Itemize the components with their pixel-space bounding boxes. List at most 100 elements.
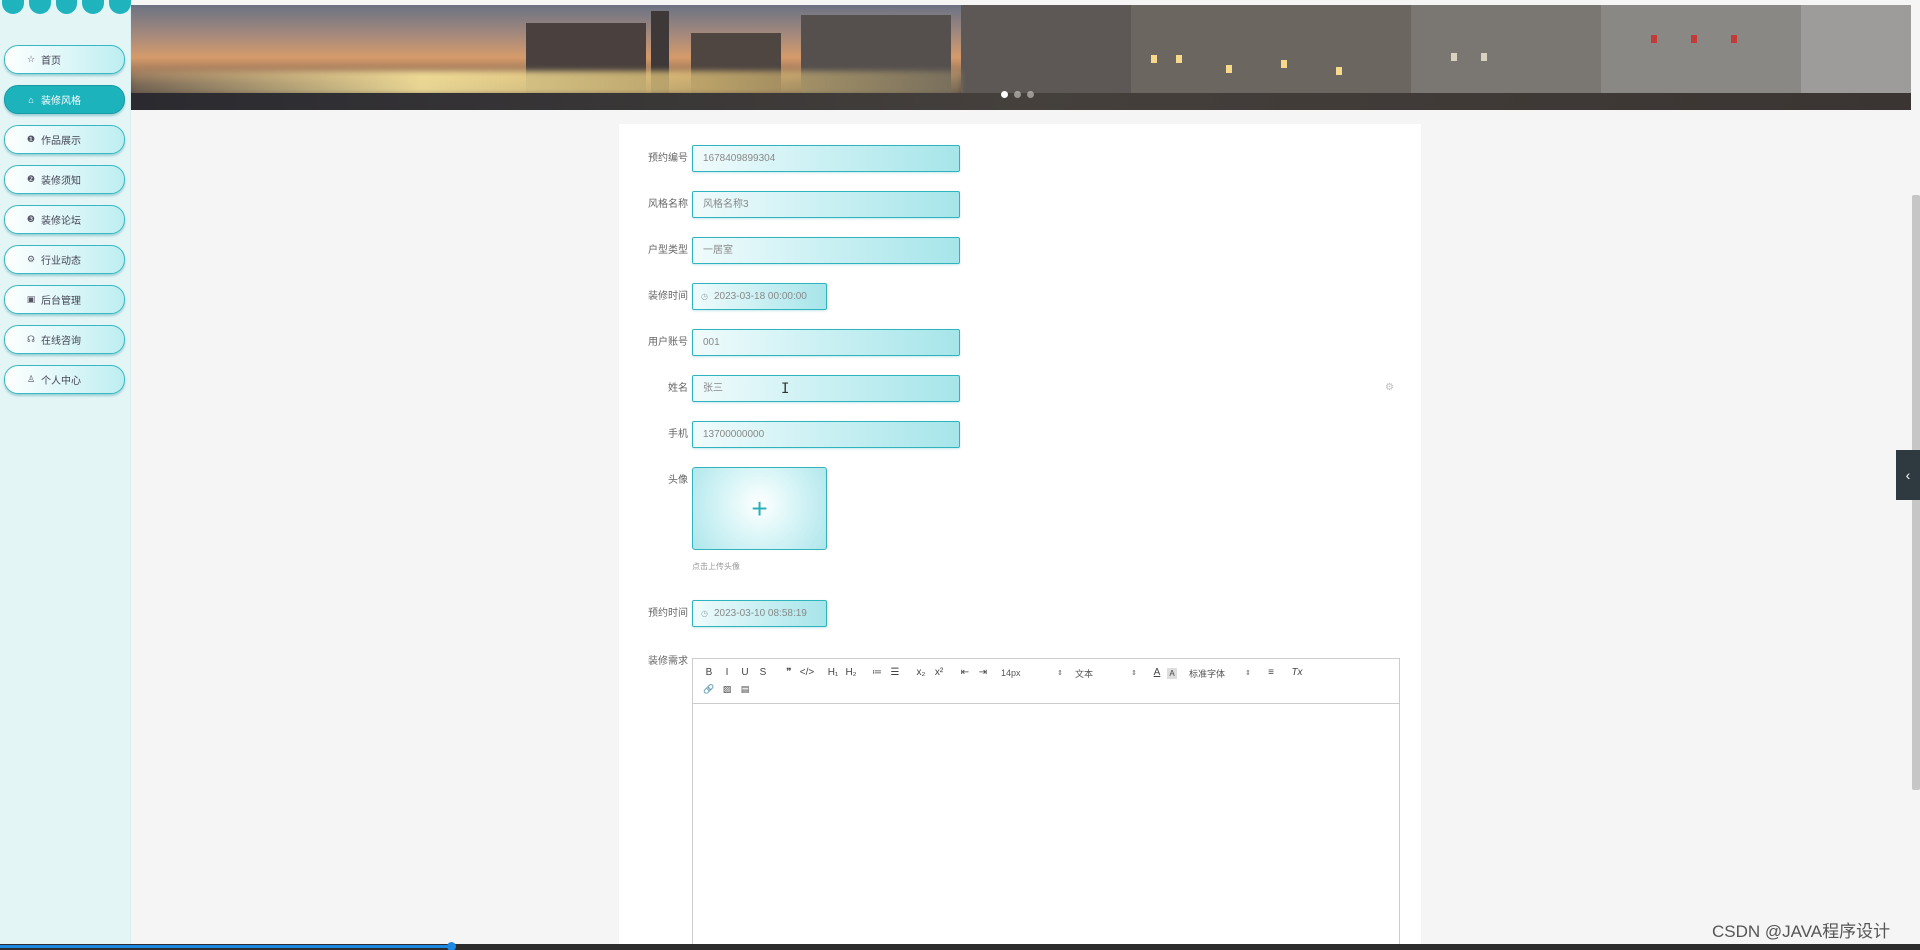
- sidebar-item-label: 个人中心: [41, 376, 81, 387]
- image-icon[interactable]: ▨: [719, 681, 735, 697]
- font-family-select[interactable]: 标准字体 ⇕: [1189, 665, 1251, 681]
- font-size-select-value: 14px: [1001, 668, 1021, 678]
- editor-tool-11[interactable]: x₂: [913, 665, 929, 681]
- forum-icon: ❸: [26, 214, 36, 224]
- label-renovation-time: 装修时间: [648, 291, 688, 302]
- select-arrow-icon: ⇕: [1131, 670, 1137, 677]
- sidebar-item-6[interactable]: ⚙ 行业动态: [4, 245, 125, 274]
- editor-tool-9[interactable]: ≔: [869, 665, 885, 681]
- carousel-dot-3[interactable]: [1027, 91, 1034, 98]
- label-avatar: 头像: [668, 475, 688, 486]
- editor-tool-12[interactable]: x²: [931, 665, 947, 681]
- video-icon[interactable]: ▤: [737, 681, 753, 697]
- editor-tool-10[interactable]: ☰: [887, 665, 903, 681]
- side-collapse-tab[interactable]: ‹: [1896, 450, 1920, 500]
- house-type-field[interactable]: 一居室: [692, 237, 960, 264]
- sidebar-item-5[interactable]: ❸ 装修论坛: [4, 205, 125, 234]
- font-color-button[interactable]: A: [1149, 665, 1165, 681]
- label-house-type: 户型类型: [648, 245, 688, 256]
- user-icon: ♙: [26, 374, 36, 384]
- label-name: 姓名: [668, 383, 688, 394]
- row-style-name: 风格名称 风格名称3: [619, 191, 1421, 219]
- star-icon: ☆: [26, 54, 36, 64]
- sidebar-item-label: 后台管理: [41, 296, 81, 307]
- editor-tool-8[interactable]: H₂: [843, 665, 859, 681]
- label-phone: 手机: [668, 429, 688, 440]
- row-renovation-time: 装修时间 ◷ 2023-03-18 00:00:00: [619, 283, 1421, 311]
- settings-icon: ⚙: [1385, 382, 1394, 393]
- calendar-icon: ◷: [701, 609, 708, 618]
- chevron-left-icon: ‹: [1905, 467, 1911, 483]
- avatar-upload[interactable]: +: [692, 467, 827, 550]
- sidebar-item-3[interactable]: ❶ 作品展示: [4, 125, 125, 154]
- row-phone: 手机 13700000000: [619, 421, 1421, 449]
- link-icon[interactable]: 🔗: [701, 681, 717, 697]
- sidebar-item-4[interactable]: ❷ 装修须知: [4, 165, 125, 194]
- calendar-icon: ◷: [701, 292, 708, 301]
- editor-tool-2[interactable]: I: [719, 665, 735, 681]
- reservation-time-picker[interactable]: ◷ 2023-03-10 08:58:19: [692, 600, 827, 627]
- label-reservation-time: 预约时间: [648, 608, 688, 619]
- editor-tool-3[interactable]: U: [737, 665, 753, 681]
- editor-toolbar-row-1: B I U S ❞ </> H₁ H₂ ≔ ☰ x₂ x² ⇤ ⇥ 14px ⇕ 文本 ⇕ A A 标准字体 ⇕ ≡ Tx: [701, 665, 1391, 681]
- reservation-no-field[interactable]: 1678409899304: [692, 145, 960, 172]
- renovation-time-picker[interactable]: ◷ 2023-03-18 00:00:00: [692, 283, 827, 310]
- editor-tool-6[interactable]: </>: [799, 665, 815, 681]
- name-field[interactable]: 张三: [692, 375, 960, 402]
- select-arrow-icon: ⇕: [1245, 670, 1251, 677]
- carousel-dot-2[interactable]: [1014, 91, 1021, 98]
- renovation-time-value: 2023-03-18 00:00:00: [714, 291, 807, 302]
- label-reservation-no: 预约编号: [648, 153, 688, 164]
- label-requirements: 装修需求: [648, 656, 688, 667]
- row-name: 姓名 张三: [619, 375, 1421, 403]
- editor-tool-7[interactable]: H₁: [825, 665, 841, 681]
- editor-tool-5[interactable]: ❞: [781, 665, 797, 681]
- editor-content-area[interactable]: [693, 704, 1399, 949]
- editor-tool-14[interactable]: ⇥: [975, 665, 991, 681]
- sidebar-item-label: 装修风格: [41, 96, 81, 107]
- banner-carousel[interactable]: [131, 5, 1911, 110]
- editor-tool-1[interactable]: B: [701, 665, 717, 681]
- video-progress-fill: [0, 945, 452, 948]
- user-account-field[interactable]: 001: [692, 329, 960, 356]
- info-icon: ❶: [26, 134, 36, 144]
- editor-tool-13[interactable]: ⇤: [957, 665, 973, 681]
- reservation-time-value: 2023-03-10 08:58:19: [714, 608, 807, 619]
- background-color-button[interactable]: A: [1167, 667, 1177, 679]
- sidebar-item-2[interactable]: ⌂ 装修风格: [4, 85, 125, 114]
- sidebar-item-label: 装修论坛: [41, 216, 81, 227]
- home-icon: ⌂: [28, 94, 34, 105]
- style-name-field[interactable]: 风格名称3: [692, 191, 960, 218]
- carousel-dots[interactable]: [1001, 91, 1034, 98]
- editor-tool-4[interactable]: S: [755, 665, 771, 681]
- label-user-account: 用户账号: [648, 337, 688, 348]
- sidebar-item-label: 在线咨询: [41, 336, 81, 347]
- phone-field[interactable]: 13700000000: [692, 421, 960, 448]
- align-button[interactable]: ≡: [1263, 665, 1279, 681]
- select-arrow-icon: ⇕: [1057, 670, 1063, 677]
- sidebar-item-7[interactable]: ▣ 后台管理: [4, 285, 125, 314]
- plus-icon: +: [751, 492, 768, 524]
- admin-icon: ▣: [26, 294, 36, 304]
- editor-toolbar-row-2: 🔗 ▨ ▤: [701, 681, 1391, 697]
- video-progress-bar[interactable]: [0, 942, 1920, 950]
- row-reservation-no: 预约编号 1678409899304: [619, 145, 1421, 173]
- sidebar-item-8[interactable]: ☊ 在线咨询: [4, 325, 125, 354]
- sidebar-item-1[interactable]: ☆ 首页: [4, 45, 125, 74]
- sidebar-scallop-decoration: [0, 0, 131, 14]
- heading-select[interactable]: 文本 ⇕: [1075, 665, 1137, 681]
- heading-select-value: 文本: [1075, 668, 1094, 679]
- sidebar-item-9[interactable]: ♙ 个人中心: [4, 365, 125, 394]
- video-progress-knob[interactable]: [447, 942, 457, 950]
- headset-icon: ☊: [27, 334, 35, 344]
- label-style-name: 风格名称: [648, 199, 688, 210]
- question-icon: ❷: [26, 174, 36, 184]
- sidebar-item-label: 首页: [41, 56, 61, 67]
- avatar-upload-hint: 点击上传头像: [692, 562, 740, 571]
- row-reservation-time: 预约时间 ◷ 2023-03-10 08:58:19: [619, 600, 1421, 628]
- clear-format-button[interactable]: Tx: [1289, 665, 1305, 681]
- sidebar-item-label: 行业动态: [41, 256, 81, 267]
- font-size-select[interactable]: 14px ⇕: [1001, 665, 1063, 681]
- carousel-dot-1[interactable]: [1001, 91, 1008, 98]
- sidebar-item-label: 装修须知: [41, 176, 81, 187]
